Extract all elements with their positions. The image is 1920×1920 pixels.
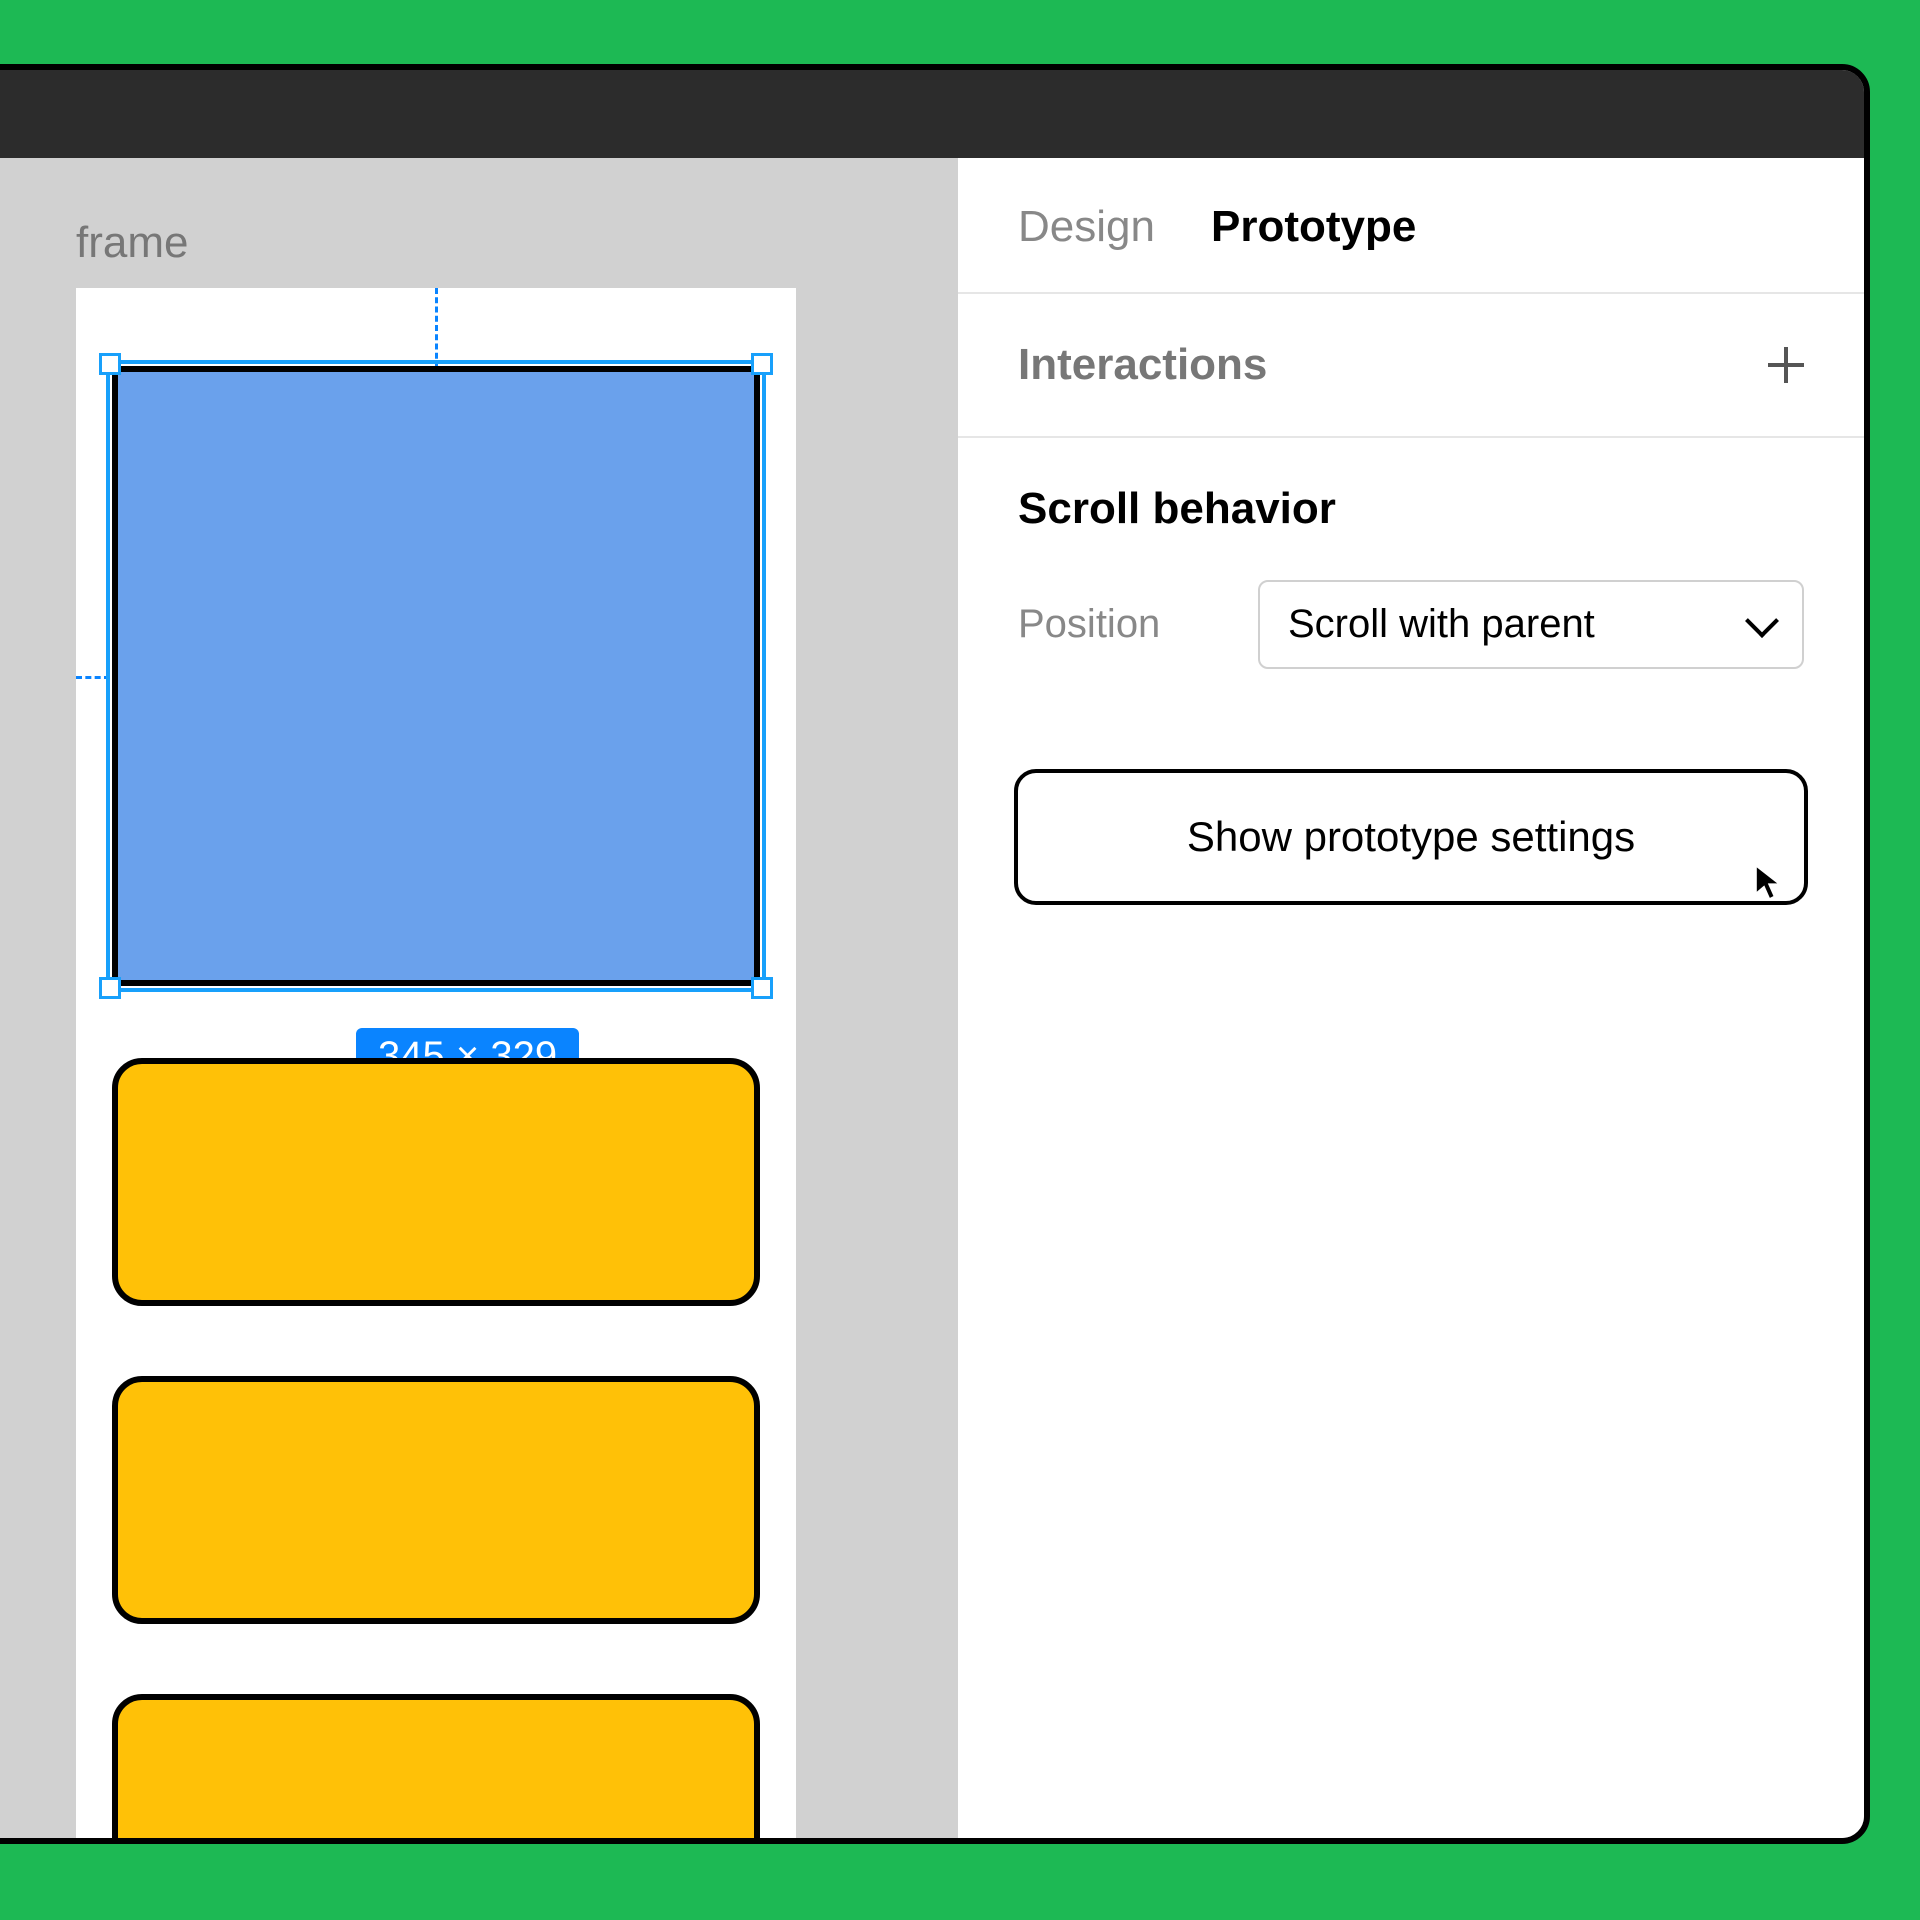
yellow-rectangle-3[interactable] bbox=[112, 1694, 760, 1844]
interactions-title: Interactions bbox=[1018, 340, 1267, 390]
tab-design[interactable]: Design bbox=[1018, 202, 1155, 252]
add-interaction-icon[interactable] bbox=[1768, 347, 1804, 383]
titlebar bbox=[0, 70, 1864, 158]
alignment-guide-vertical bbox=[435, 288, 438, 368]
position-select[interactable]: Scroll with parent bbox=[1258, 580, 1804, 669]
yellow-rectangle-2[interactable] bbox=[112, 1376, 760, 1624]
resize-handle-top-right[interactable] bbox=[751, 353, 773, 375]
sidebar-tabs: Design Prototype bbox=[958, 158, 1864, 294]
scroll-behavior-section: Scroll behavior Position Scroll with par… bbox=[958, 438, 1864, 715]
resize-handle-bottom-right[interactable] bbox=[751, 977, 773, 999]
app-window: frame 345 × 329 bbox=[0, 64, 1870, 1844]
right-sidebar: Design Prototype Interactions Scroll beh… bbox=[958, 158, 1864, 1838]
resize-handle-top-left[interactable] bbox=[99, 353, 121, 375]
selection-outline bbox=[106, 360, 766, 992]
resize-handle-bottom-left[interactable] bbox=[99, 977, 121, 999]
frame-label[interactable]: frame bbox=[76, 218, 188, 268]
position-select-value: Scroll with parent bbox=[1288, 602, 1595, 647]
chevron-down-icon bbox=[1745, 604, 1779, 638]
canvas-area[interactable]: frame 345 × 329 bbox=[0, 158, 958, 1838]
tab-prototype[interactable]: Prototype bbox=[1211, 202, 1416, 252]
frame[interactable]: 345 × 329 bbox=[76, 288, 796, 1838]
show-prototype-settings-button[interactable]: Show prototype settings bbox=[1014, 769, 1808, 905]
alignment-guide-horizontal bbox=[76, 676, 110, 679]
interactions-section: Interactions bbox=[958, 294, 1864, 438]
yellow-rectangle-1[interactable] bbox=[112, 1058, 760, 1306]
scroll-behavior-title: Scroll behavior bbox=[1018, 484, 1804, 534]
position-label: Position bbox=[1018, 602, 1218, 647]
workspace: frame 345 × 329 bbox=[0, 158, 1864, 1838]
